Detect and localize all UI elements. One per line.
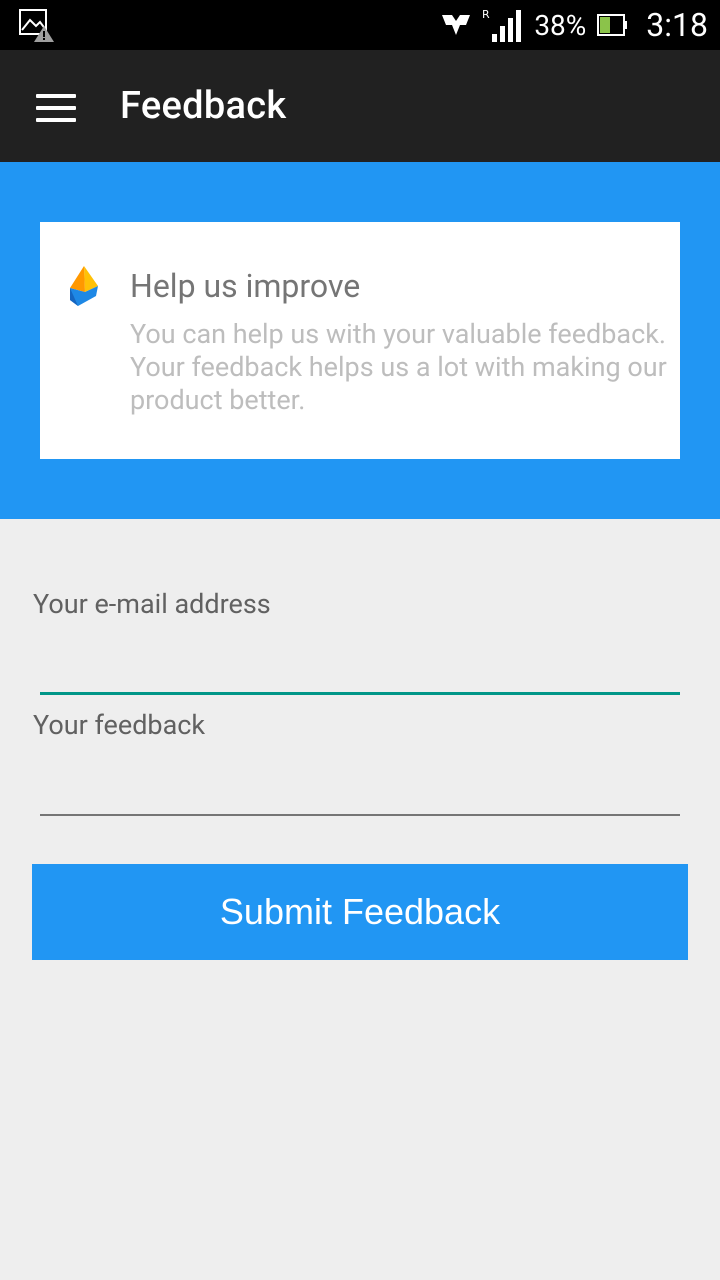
email-field[interactable] (40, 692, 680, 695)
card-title: Help us improve (130, 267, 361, 305)
hero-banner: Help us improve You can help us with you… (0, 162, 720, 519)
battery-icon (597, 14, 628, 36)
nfc-icon (442, 15, 471, 35)
hamburger-menu-icon[interactable] (36, 94, 76, 122)
gallery-alert-icon (19, 9, 54, 42)
card-description: You can help us with your valuable feedb… (130, 318, 667, 416)
page-title: Feedback (120, 84, 287, 128)
app-logo-icon (70, 266, 98, 306)
feedback-field[interactable] (40, 814, 680, 816)
email-label: Your e-mail address (33, 588, 271, 620)
feedback-label: Your feedback (33, 709, 206, 741)
battery-percent: 38% (534, 8, 587, 42)
svg-text:R: R (482, 8, 490, 21)
status-bar: R 38% 3:18 (0, 0, 720, 50)
submit-feedback-button[interactable]: Submit Feedback (32, 864, 688, 960)
app-bar: Feedback (0, 50, 720, 162)
clock: 3:18 (646, 6, 708, 44)
signal-icon: R (482, 8, 522, 42)
info-card: Help us improve You can help us with you… (40, 222, 680, 459)
